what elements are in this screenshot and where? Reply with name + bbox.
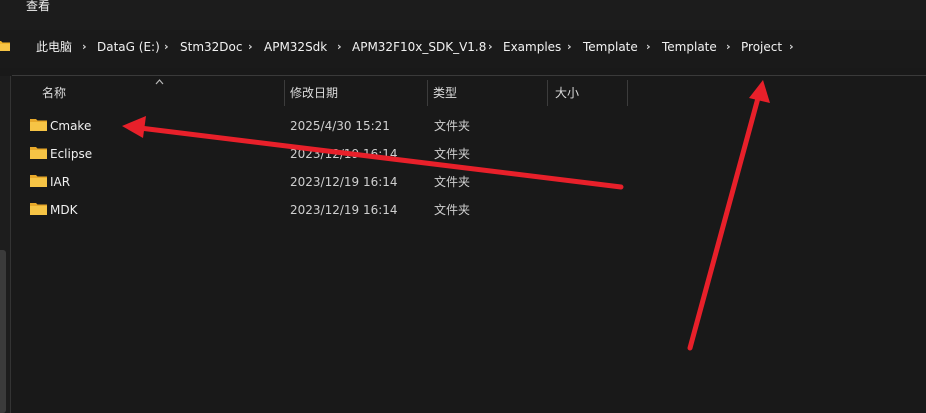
menu-bar: 查看 — [0, 0, 926, 30]
breadcrumb-stm32doc[interactable]: Stm32Doc — [180, 40, 242, 54]
breadcrumb-examples[interactable]: Examples — [503, 40, 561, 54]
folder-icon — [30, 203, 47, 215]
row-name: Cmake — [50, 119, 92, 133]
row-type: 文件夹 — [434, 147, 471, 161]
breadcrumb-apm32sdk[interactable]: APM32Sdk — [264, 40, 327, 54]
column-divider[interactable] — [547, 80, 548, 106]
breadcrumb-template[interactable]: Template — [583, 40, 638, 54]
chevron-right-icon[interactable]: › — [337, 40, 342, 54]
menu-view[interactable]: 查看 — [26, 0, 50, 14]
chevron-right-icon[interactable]: › — [567, 40, 572, 54]
row-modified: 2023/12/19 16:14 — [290, 203, 398, 217]
chevron-right-icon[interactable]: › — [164, 40, 169, 54]
breadcrumb-drive[interactable]: DataG (E:) — [97, 40, 160, 54]
column-divider[interactable] — [427, 80, 428, 106]
row-name: IAR — [50, 175, 71, 189]
row-name: Eclipse — [50, 147, 93, 161]
column-header-size[interactable]: 大小 — [555, 86, 579, 100]
breadcrumb-project[interactable]: Project — [741, 40, 782, 54]
row-name: MDK — [50, 203, 78, 217]
breadcrumb-sdk-version[interactable]: APM32F10x_SDK_V1.8 — [352, 40, 486, 54]
row-modified: 2025/4/30 15:21 — [290, 119, 390, 133]
column-header-modified[interactable]: 修改日期 — [290, 86, 338, 100]
folder-icon — [30, 175, 47, 187]
row-type: 文件夹 — [434, 119, 471, 133]
folder-icon — [0, 41, 10, 51]
column-header-name[interactable]: 名称 — [42, 86, 66, 100]
row-type: 文件夹 — [434, 203, 471, 217]
column-header-type[interactable]: 类型 — [433, 86, 457, 100]
column-divider[interactable] — [627, 80, 628, 106]
chevron-right-icon[interactable]: › — [726, 40, 731, 54]
breadcrumb-this-pc[interactable]: 此电脑 — [36, 40, 72, 54]
row-modified: 2023/12/19 16:14 — [290, 175, 398, 189]
chevron-right-icon[interactable]: › — [82, 40, 87, 54]
chevron-right-icon[interactable]: › — [646, 40, 651, 54]
chevron-right-icon[interactable]: › — [789, 40, 794, 54]
folder-icon — [30, 147, 47, 159]
row-type: 文件夹 — [434, 175, 471, 189]
breadcrumb-template-2[interactable]: Template — [662, 40, 717, 54]
chevron-right-icon[interactable]: › — [248, 40, 253, 54]
navigation-scrollbar-thumb[interactable] — [0, 250, 6, 413]
chevron-up-icon — [155, 79, 164, 85]
column-divider[interactable] — [284, 80, 285, 106]
chevron-right-icon[interactable]: › — [488, 40, 493, 54]
folder-icon — [30, 119, 47, 131]
row-modified: 2023/12/19 16:14 — [290, 147, 398, 161]
